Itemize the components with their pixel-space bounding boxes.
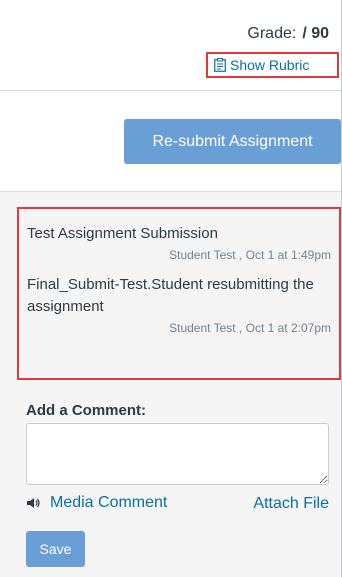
clipboard-icon	[214, 58, 226, 72]
grade-header: Grade: / 90 Show Rubric	[0, 0, 341, 91]
grade-value: / 90	[302, 25, 329, 42]
speaker-icon	[27, 498, 40, 508]
comment-meta: Student Test , Oct 1 at 2:07pm	[169, 321, 331, 335]
grade-display: Grade: / 90	[247, 25, 329, 43]
comment-text: Test Assignment Submission	[27, 225, 218, 242]
media-comment-link[interactable]: Media Comment	[26, 494, 167, 512]
grade-label: Grade:	[247, 25, 297, 42]
comment-textarea[interactable]	[26, 423, 329, 485]
attach-file-link[interactable]: Attach File	[253, 495, 329, 513]
comment-item: Test Assignment Submission Student Test …	[27, 223, 331, 264]
comment-list: Test Assignment Submission Student Test …	[17, 207, 341, 380]
show-rubric-link[interactable]: Show Rubric	[206, 52, 339, 78]
comment-meta: Student Test , Oct 1 at 1:49pm	[169, 248, 331, 262]
resubmit-assignment-button[interactable]: Re-submit Assignment	[124, 119, 341, 164]
resubmit-section: Re-submit Assignment	[0, 91, 341, 192]
comments-panel: Test Assignment Submission Student Test …	[0, 192, 341, 577]
save-button[interactable]: Save	[26, 531, 85, 567]
media-comment-label: Media Comment	[50, 494, 168, 511]
comment-item: Final_Submit-Test.Student resubmitting t…	[27, 274, 331, 337]
comment-text: Final_Submit-Test.Student resubmitting t…	[27, 276, 314, 315]
add-comment-label: Add a Comment:	[26, 402, 146, 419]
show-rubric-label: Show Rubric	[230, 57, 310, 73]
